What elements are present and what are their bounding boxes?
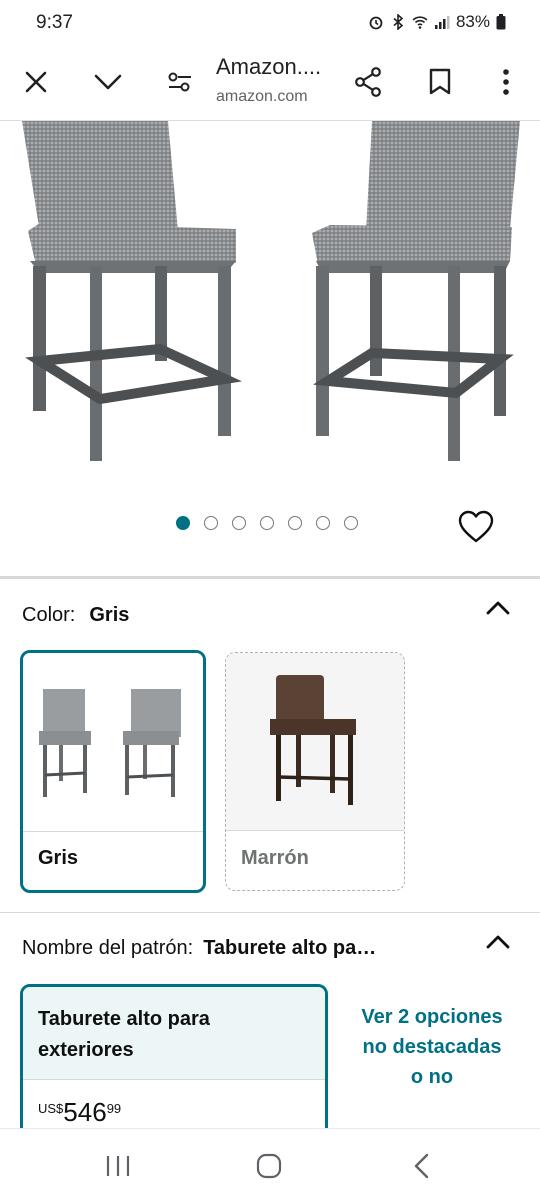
color-label-row: Color: Gris — [22, 604, 129, 627]
price-whole: 546 — [63, 1097, 107, 1127]
pattern-option-card[interactable]: Taburete alto para exteriores US$ 546 99 — [20, 984, 328, 1144]
pagination-dot[interactable] — [316, 516, 330, 530]
gray-stools-thumbnail — [39, 689, 181, 797]
share-button[interactable] — [348, 62, 388, 102]
color-label: Color: — [22, 604, 76, 626]
signal-icon — [434, 16, 450, 29]
pagination-dot[interactable] — [260, 516, 274, 530]
more-options-link[interactable]: Ver 2 opciones no destacadas o no — [356, 1002, 508, 1092]
price-currency: US$ — [38, 1101, 64, 1116]
pattern-label-row: Nombre del patrón: Taburete alto pa… — [22, 937, 376, 960]
swatch-divider — [226, 830, 404, 831]
pattern-label: Nombre del patrón: — [22, 937, 194, 959]
color-swatch-marron[interactable]: Marrón — [225, 652, 405, 891]
pattern-selected-value: Taburete alto pa… — [203, 937, 377, 959]
pagination-dot[interactable] — [176, 516, 190, 530]
image-pagination — [176, 516, 358, 530]
recent-apps-icon — [106, 1156, 130, 1176]
bookmark-icon — [429, 68, 451, 95]
stools-illustration — [22, 121, 520, 461]
swatch-label: Marrón — [241, 847, 309, 869]
section-divider — [0, 912, 540, 913]
heart-icon[interactable] — [458, 510, 494, 544]
close-tab-button[interactable] — [16, 62, 56, 102]
recent-apps-button[interactable] — [101, 1151, 135, 1181]
share-icon — [355, 67, 381, 97]
more-vert-icon — [503, 69, 509, 95]
section-divider — [0, 576, 540, 579]
page-controls-button[interactable] — [160, 62, 200, 102]
chevron-down-icon — [94, 74, 122, 90]
color-swatch-gris[interactable]: Gris — [20, 650, 206, 893]
swatch-image — [23, 653, 203, 831]
chevron-up-icon[interactable] — [485, 934, 511, 950]
page-url[interactable]: amazon.com — [216, 88, 308, 106]
bluetooth-icon — [393, 14, 404, 30]
system-nav-bar — [0, 1128, 540, 1200]
page-title[interactable]: Amazon.... — [216, 54, 321, 80]
home-icon — [256, 1153, 282, 1179]
color-selected-value: Gris — [89, 604, 130, 626]
alarm-icon — [369, 16, 383, 30]
minimize-button[interactable] — [88, 62, 128, 102]
pagination-dot[interactable] — [204, 516, 218, 530]
tune-icon — [168, 72, 191, 92]
pagination-dot[interactable] — [344, 516, 358, 530]
home-button[interactable] — [252, 1151, 286, 1181]
battery-percent: 83% — [455, 12, 490, 31]
pattern-option-title: Taburete alto para exteriores — [23, 987, 325, 1079]
brown-stool-thumbnail — [270, 675, 356, 805]
price-fraction: 99 — [106, 1101, 122, 1116]
browser-toolbar: Amazon.... amazon.com — [0, 44, 540, 120]
battery-icon — [496, 14, 506, 30]
swatch-label: Gris — [38, 847, 79, 869]
status-time: 9:37 — [36, 12, 73, 33]
status-icons: 83% — [368, 12, 506, 32]
swatch-divider — [23, 831, 203, 832]
more-options-button[interactable] — [486, 62, 526, 102]
status-bar: 9:37 83% — [0, 0, 540, 44]
swatch-image — [226, 653, 404, 831]
wifi-icon — [412, 16, 428, 29]
back-button[interactable] — [404, 1151, 438, 1181]
pagination-dot[interactable] — [288, 516, 302, 530]
back-icon — [414, 1153, 429, 1179]
bookmark-button[interactable] — [420, 62, 460, 102]
pagination-dot[interactable] — [232, 516, 246, 530]
card-divider — [23, 1079, 325, 1080]
chevron-up-icon[interactable] — [485, 600, 511, 616]
close-icon — [25, 71, 47, 93]
price: US$ 546 99 — [38, 1097, 121, 1128]
product-image[interactable] — [0, 121, 540, 471]
